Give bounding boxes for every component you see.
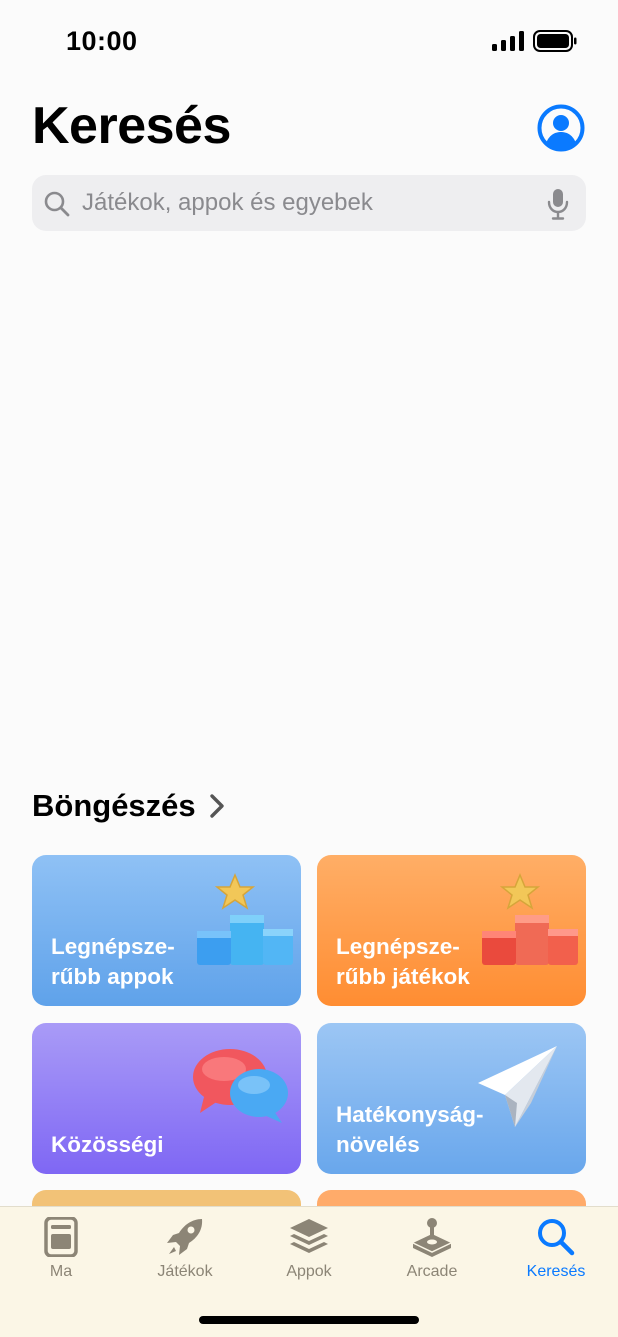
today-icon [44,1217,78,1257]
browse-title-label: Böngészés [32,788,196,823]
browse-section-title[interactable]: Böngészés [32,788,226,824]
tab-apps[interactable]: Appok [254,1207,364,1297]
tab-label: Appok [286,1263,332,1280]
tab-label: Keresés [526,1263,586,1280]
joystick-icon [412,1218,452,1257]
paper-plane-icon [478,1046,557,1127]
rocket-icon [167,1219,203,1255]
tile-label: Hatékonyság- növelés [336,1102,484,1157]
battery-icon [533,30,577,52]
browse-tile-social[interactable]: Közösségi [32,1023,301,1174]
microphone-icon[interactable] [547,188,569,220]
status-bar: 10:00 [0,0,618,84]
tab-label: Ma [49,1263,73,1280]
page-title: Keresés [32,97,231,155]
tab-games[interactable]: Játékok [130,1207,240,1297]
browse-tile-top-apps[interactable]: Legnépsze- rűbb appok [32,855,301,1006]
tab-label: Arcade [406,1263,458,1280]
search-placeholder: Játékok, appok és egyebek [82,189,373,216]
chat-bubbles-icon [193,1049,288,1123]
home-indicator[interactable] [199,1316,419,1324]
tile-label: Legnépsze- rűbb appok [51,934,175,989]
tab-search[interactable]: Keresés [501,1207,611,1297]
podium-star-icon [482,873,578,965]
tab-label: Játékok [157,1263,213,1280]
cellular-signal-icon [492,31,524,51]
search-icon [538,1219,575,1256]
tab-arcade[interactable]: Arcade [377,1207,487,1297]
tile-label: Közösségi [51,1132,164,1157]
account-avatar-icon[interactable] [537,104,585,152]
podium-star-icon [197,873,293,965]
search-input[interactable]: Játékok, appok és egyebek [32,175,586,231]
browse-tile-productivity[interactable]: Hatékonyság- növelés [317,1023,586,1174]
tile-label: Legnépsze- rűbb játékok [336,934,470,989]
layers-icon [290,1219,328,1253]
status-time: 10:00 [66,26,138,56]
search-icon [44,191,70,217]
browse-tile-top-games[interactable]: Legnépsze- rűbb játékok [317,855,586,1006]
chevron-right-icon [209,794,224,818]
tab-today[interactable]: Ma [6,1207,116,1297]
